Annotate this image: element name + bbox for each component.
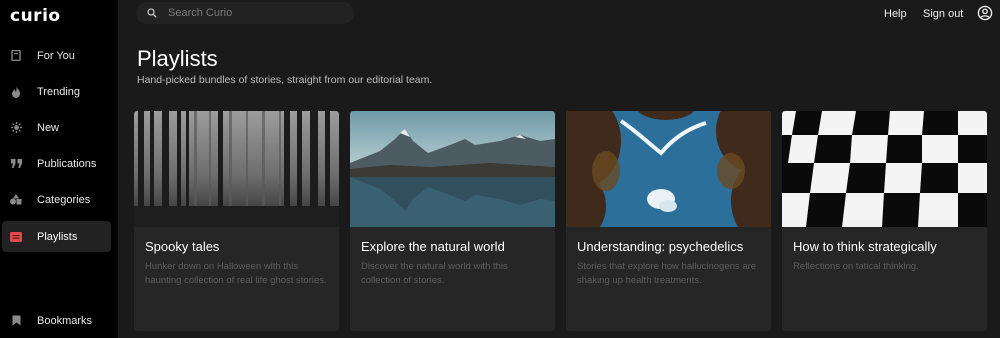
playlist-title: Explore the natural world bbox=[361, 239, 505, 254]
sidebar-item-label: Trending bbox=[37, 85, 81, 98]
playlist-image-checkerboard bbox=[782, 111, 987, 227]
for-you-icon bbox=[10, 50, 22, 62]
sidebar: curio For You Trending New Publications … bbox=[0, 0, 118, 338]
sparkle-icon bbox=[10, 122, 22, 134]
playlist-description: Reflections on tatical thinking. bbox=[793, 261, 919, 272]
search-icon bbox=[146, 7, 158, 19]
sign-out-link[interactable]: Sign out bbox=[923, 8, 963, 20]
playlist-card-explore-the-natural-world[interactable]: Explore the natural world Discover the n… bbox=[350, 111, 555, 331]
help-link[interactable]: Help bbox=[884, 8, 907, 20]
sidebar-item-label: For You bbox=[37, 49, 75, 62]
playlist-card-spooky-tales[interactable]: Spooky tales Hunker down on Halloween wi… bbox=[134, 111, 339, 331]
playlist-description: Discover the natural world with this col… bbox=[361, 261, 508, 286]
playlist-description: Stories that explore how hallucinogens a… bbox=[577, 261, 757, 286]
playlist-icon bbox=[10, 231, 22, 243]
playlist-image-mountain-lake bbox=[350, 111, 555, 227]
sidebar-item-label: Categories bbox=[37, 193, 91, 206]
sidebar-item-playlists[interactable]: Playlists bbox=[2, 221, 111, 252]
sidebar-item-label: Publications bbox=[37, 157, 97, 170]
playlist-description: Hunker down on Halloween with this haunt… bbox=[145, 261, 327, 286]
shapes-icon bbox=[10, 194, 22, 206]
page-subtitle: Hand-picked bundles of stories, straight… bbox=[137, 74, 433, 86]
flame-icon bbox=[10, 85, 22, 98]
bookmark-icon bbox=[10, 315, 22, 327]
playlist-title: Understanding: psychedelics bbox=[577, 239, 744, 254]
account-icon[interactable] bbox=[977, 5, 993, 21]
sidebar-item-label: Bookmarks bbox=[37, 314, 93, 327]
quote-icon bbox=[10, 158, 22, 170]
sidebar-item-label: Playlists bbox=[37, 230, 78, 243]
page-title: Playlists bbox=[137, 46, 218, 71]
playlist-card-how-to-think-strategically[interactable]: How to think strategically Reflections o… bbox=[782, 111, 987, 331]
playlist-card-understanding-psychedelics[interactable]: Understanding: psychedelics Stories that… bbox=[566, 111, 771, 331]
playlist-image-psychedelic-trees bbox=[566, 111, 771, 227]
sidebar-item-trending[interactable]: Trending bbox=[2, 76, 111, 107]
search-input[interactable] bbox=[168, 7, 338, 19]
playlist-title: How to think strategically bbox=[793, 239, 937, 254]
sidebar-item-for-you[interactable]: For You bbox=[2, 40, 111, 71]
sidebar-item-new[interactable]: New bbox=[2, 112, 111, 143]
playlist-title: Spooky tales bbox=[145, 239, 220, 254]
sidebar-item-bookmarks[interactable]: Bookmarks bbox=[2, 305, 111, 336]
search-bar[interactable] bbox=[136, 2, 354, 24]
sidebar-item-label: New bbox=[37, 121, 60, 134]
app-logo[interactable]: curio bbox=[10, 6, 61, 26]
sidebar-item-publications[interactable]: Publications bbox=[2, 148, 111, 179]
playlist-image-foggy-forest bbox=[134, 111, 339, 227]
sidebar-item-categories[interactable]: Categories bbox=[2, 184, 111, 215]
